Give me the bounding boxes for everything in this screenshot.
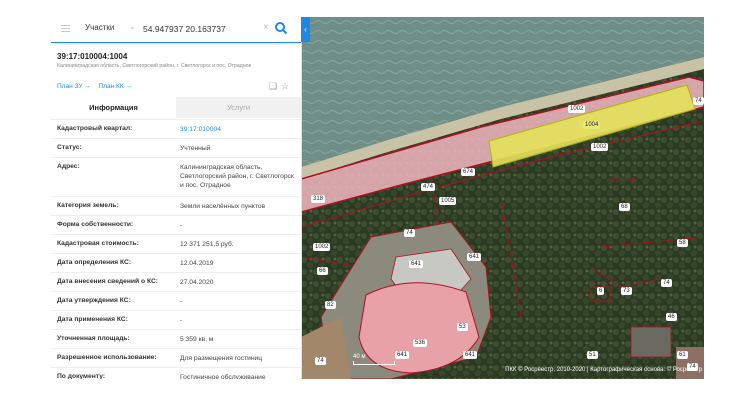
attribute-value: 27.04.2020 (180, 279, 214, 286)
hamburger-menu-icon[interactable] (61, 25, 70, 33)
map-label: 53 (457, 323, 468, 331)
map-scale: 40 м (353, 354, 395, 365)
search-icon[interactable] (274, 21, 288, 35)
chevron-down-icon[interactable]: ⌄ (129, 22, 136, 31)
map-label: 674 (461, 168, 476, 176)
attribute-value: 5 359 кв. м (180, 336, 214, 343)
parcel-address-subtitle: Калининградская область, Светлогорский р… (57, 63, 252, 69)
table-row: Форма собственности: - (51, 215, 301, 234)
map-label: 6 (597, 287, 605, 295)
map-label: 1002 (313, 243, 331, 251)
attribute-key: По документу: (57, 373, 106, 379)
scale-bar (353, 361, 395, 365)
table-row: Дата определения КС: 12.04.2019 (51, 253, 301, 272)
map-label: 1005 (439, 197, 457, 205)
map-label: 73 (621, 287, 632, 295)
close-icon[interactable]: × (263, 22, 269, 33)
map-attribution: ПКК © Росреестр, 2010-2020 | Картографич… (505, 367, 702, 373)
attribute-value: 12.04.2019 (180, 260, 214, 267)
attribute-key: Категория земель: (57, 202, 119, 209)
table-row: Адрес: Калининградская область, Светлогор… (51, 157, 301, 196)
info-panel: Участки ⌄ × 39:17:010004:1004 Калинингра… (51, 17, 302, 379)
attribute-key: Дата определения КС: (57, 259, 132, 266)
map-label: 74 (661, 279, 672, 287)
star-icon[interactable]: ☆ (281, 81, 289, 91)
attribute-value: Учтенный (180, 145, 211, 152)
map-label: 46 (666, 313, 677, 321)
copy-icon[interactable]: ❏ (269, 81, 277, 91)
attribute-value: - (180, 317, 183, 324)
map-label: 61 (677, 351, 688, 359)
table-row: Категория земель: Земли населённых пункто… (51, 196, 301, 215)
attribute-key: Дата утверждения КС: (57, 297, 131, 304)
map-label: 1002 (591, 143, 609, 151)
map-label: 74 (404, 229, 415, 237)
map-label: 1004 (583, 121, 601, 129)
attribute-key: Статус: (57, 144, 82, 151)
cadastral-number: 39:17:010004:1004 (57, 52, 128, 61)
attribute-value: Калининградская область, Светлогорский р… (180, 164, 294, 189)
attribute-key: Форма собственности: (57, 221, 134, 228)
map-label: 474 (421, 183, 436, 191)
map-label: 641 (463, 351, 478, 359)
tab-info[interactable]: Информация (51, 97, 176, 118)
map-label: 68 (619, 203, 630, 211)
attribute-key: Кадастровый квартал: (57, 125, 133, 132)
cadastral-quarter-link[interactable]: 39:17:010004 (175, 120, 301, 137)
plan-kk-link[interactable]: План КК → (99, 83, 132, 90)
attributes-table: Кадастровый квартал: 39:17:010004 Статус:… (51, 119, 301, 379)
layer-select[interactable]: Участки (85, 23, 114, 32)
table-row: Разрешенное использование: Для размещения… (51, 348, 301, 367)
plan-zu-link[interactable]: План ЗУ → (57, 83, 91, 90)
collapse-panel-button[interactable]: ‹ (301, 17, 310, 42)
table-row: По документу: Гостиничное обслуживание (51, 367, 301, 379)
map-label: 58 (677, 239, 688, 247)
plan-links: План ЗУ → План КК → (57, 83, 138, 90)
map-label: 536 (413, 339, 428, 347)
attribute-key: Разрешенное использование: (57, 354, 157, 361)
attribute-key: Дата внесения сведений о КС: (57, 278, 159, 285)
app-frame: 1002 1004 1002 74 674 474 1005 318 01000… (51, 17, 704, 379)
table-row: Дата внесения сведений о КС: 27.04.2020 (51, 272, 301, 291)
table-row: Дата применения КС: - (51, 310, 301, 329)
attribute-key: Уточненная площадь: (57, 335, 130, 342)
tab-services[interactable]: Услуги (176, 97, 301, 118)
info-tabs: Информация Услуги (51, 97, 301, 118)
scale-text: 40 м (353, 354, 366, 360)
table-row: Кадастровый квартал: 39:17:010004 (51, 119, 301, 138)
panel-tools: ❏ ☆ (265, 81, 289, 92)
map-label: 74 (693, 97, 704, 105)
map-view[interactable]: 1002 1004 1002 74 674 474 1005 318 01000… (301, 17, 704, 379)
map-label: 641 (467, 253, 482, 261)
attribute-value: - (180, 222, 183, 229)
cadastral-quarter-label: 010004 (611, 177, 635, 184)
map-label: 641 (395, 351, 410, 359)
attribute-value: Земли населённых пунктов (180, 203, 266, 210)
map-label: 51 (587, 351, 598, 359)
attribute-value: Для размещения гостиниц (180, 355, 263, 362)
attribute-value: Гостиничное обслуживание (180, 374, 266, 379)
map-label: 66 (317, 267, 328, 275)
search-bar: Участки ⌄ × (51, 17, 301, 43)
table-row: Кадастровая стоимость: 12 371 251,5 руб. (51, 234, 301, 253)
map-label: 318 (311, 195, 326, 203)
table-row: Дата утверждения КС: - (51, 291, 301, 310)
attribute-key: Дата применения КС: (57, 316, 128, 323)
search-input[interactable] (143, 22, 251, 36)
attribute-key: Адрес: (57, 163, 80, 170)
map-imagery (301, 17, 704, 379)
table-row: Уточненная площадь: 5 359 кв. м (51, 329, 301, 348)
attribute-key: Кадастровая стоимость: (57, 240, 139, 247)
attribute-value: 12 371 251,5 руб. (180, 241, 234, 248)
map-label: 641 (409, 260, 424, 268)
map-label: 82 (325, 301, 336, 309)
attribute-value: - (180, 298, 183, 305)
map-label: 74 (315, 357, 326, 365)
table-row: Статус: Учтенный (51, 138, 301, 157)
map-label: 1002 (568, 105, 586, 113)
